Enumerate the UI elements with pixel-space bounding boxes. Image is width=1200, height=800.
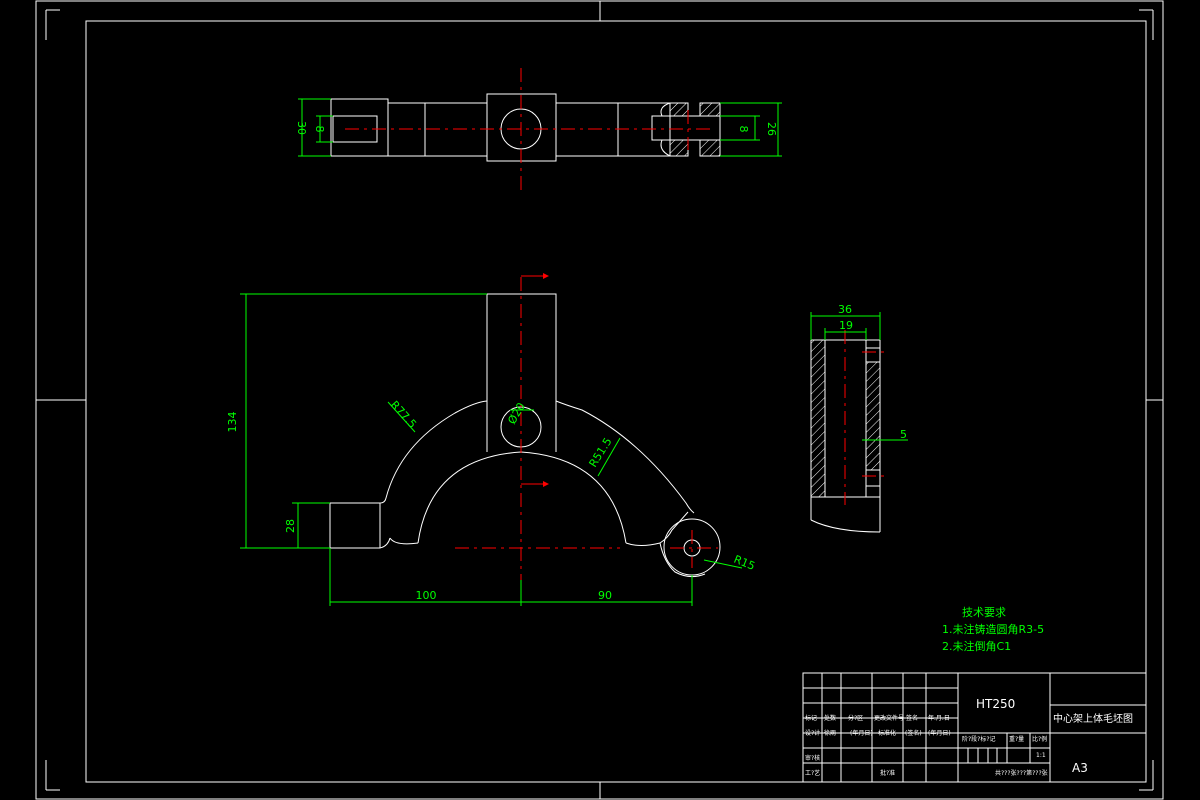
material-label: HT250 bbox=[976, 697, 1015, 711]
sheet-size: A3 bbox=[1072, 761, 1088, 775]
dim-front-left-width: 100 bbox=[416, 589, 437, 602]
dim-radius-outer: R77.5 bbox=[388, 398, 419, 431]
dim-side-width: 36 bbox=[838, 303, 852, 316]
row-label-sign: 签名 bbox=[906, 714, 918, 722]
row-label-zone: 分?区 bbox=[848, 714, 863, 722]
std-label: 标准化 bbox=[878, 729, 896, 737]
dim-top-left-height: 30 bbox=[295, 121, 308, 135]
approve-label: 批?准 bbox=[880, 769, 895, 777]
scale-label: 比?例 bbox=[1032, 735, 1047, 743]
std-sign: (签名) bbox=[905, 729, 922, 737]
notes-line-2: 2.未注倒角C1 bbox=[942, 639, 1011, 653]
notes-line-1: 1.未注铸造圆角R3-5 bbox=[942, 622, 1044, 636]
inner-border bbox=[85, 20, 1147, 783]
row-label-mark: 标记 bbox=[805, 714, 817, 722]
drawing-canvas: 30 8 8 26 134 28 100 90 R77.5 R51.5 R15 … bbox=[35, 0, 1164, 800]
dim-top-right-height: 26 bbox=[765, 122, 778, 136]
row-label-count: 处数 bbox=[824, 714, 836, 722]
notes-heading: 技术要求 bbox=[962, 606, 1006, 619]
design-label: 设?计 bbox=[805, 729, 820, 737]
side-view bbox=[810, 330, 886, 533]
side-view-dimensions bbox=[810, 312, 908, 441]
row-label-date: 年.月.日 bbox=[928, 714, 950, 722]
dim-front-right-width: 90 bbox=[598, 589, 612, 602]
top-view bbox=[330, 68, 721, 193]
outer-border bbox=[35, 0, 1164, 800]
dim-front-height: 134 bbox=[226, 412, 239, 433]
scale-value: 1:1 bbox=[1036, 752, 1046, 759]
process-label: 工?艺 bbox=[805, 769, 820, 777]
weight-label: 重?量 bbox=[1009, 735, 1024, 743]
dim-side-inner: 19 bbox=[839, 319, 853, 332]
part-name: 中心架上体毛坯图 bbox=[1053, 712, 1133, 725]
std-date: (年月日) bbox=[928, 729, 951, 737]
dim-hole-dia: Ø20 bbox=[505, 400, 528, 426]
dim-front-boss-height: 28 bbox=[284, 519, 297, 533]
title-block-grid bbox=[802, 672, 1147, 783]
dim-radius-end: R15 bbox=[732, 553, 757, 573]
front-view bbox=[329, 273, 721, 580]
stage-label: 阶?段?标?记 bbox=[962, 735, 996, 743]
dim-top-left-inner: 8 bbox=[313, 126, 326, 133]
design-name: 徐雨 bbox=[824, 729, 836, 737]
dim-top-right-inner: 8 bbox=[737, 126, 750, 133]
design-date: (年月日) bbox=[850, 729, 873, 737]
centering-marks bbox=[36, 1, 1163, 799]
sheet-info: 共???张???第???张 bbox=[995, 769, 1048, 777]
dim-radius-inner: R51.5 bbox=[587, 435, 615, 469]
dim-side-slot: 5 bbox=[900, 428, 907, 441]
row-label-change-doc: 更改文件号 bbox=[874, 714, 904, 722]
review-label: 审?核 bbox=[805, 754, 820, 762]
